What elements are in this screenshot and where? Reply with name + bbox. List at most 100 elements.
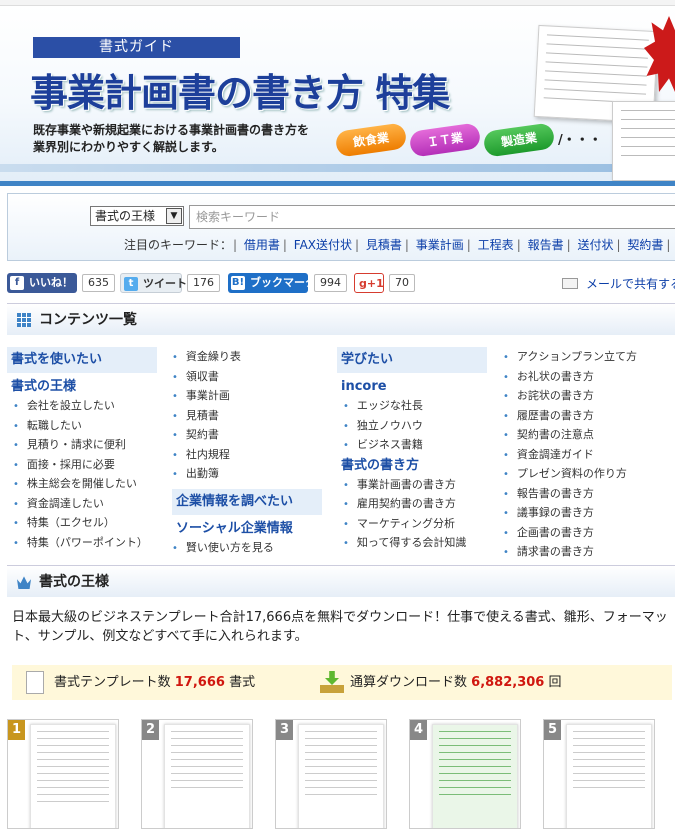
download-unit: 回 bbox=[548, 675, 562, 690]
search-input[interactable]: 検索キーワード bbox=[189, 205, 675, 229]
facebook-like-button[interactable]: f いいね！ bbox=[7, 273, 77, 293]
list-item[interactable]: 事業計画書の書き方 bbox=[337, 476, 487, 496]
ranking-thumbnail[interactable]: 5 bbox=[543, 719, 655, 829]
search-panel: 書式の王様 ▼ 検索キーワード 注目のキーワード：| 借用書 | FAX送付状 | … bbox=[7, 193, 675, 261]
list-item[interactable]: マーケティング分析 bbox=[337, 515, 487, 535]
keyword-link[interactable]: 送付状 bbox=[577, 238, 613, 252]
list-item[interactable]: 面接・採用に必要 bbox=[7, 456, 157, 476]
list-item[interactable]: 特集（パワーポイント） bbox=[7, 534, 157, 554]
list-item[interactable]: 報告書の書き方 bbox=[503, 485, 673, 505]
list-item[interactable]: 雇用契約書の書き方 bbox=[337, 495, 487, 515]
list-item[interactable]: 社内規程 bbox=[172, 446, 322, 466]
contents-col-templates: 資金繰り表 領収書 事業計画 見積書 契約書 社内規程 出勤簿 企業情報を調べた… bbox=[172, 348, 322, 558]
hatena-icon: B! bbox=[231, 276, 245, 290]
list-item[interactable]: 事業計画 bbox=[172, 387, 322, 407]
rank-number: 5 bbox=[544, 720, 561, 740]
gplus-button[interactable]: g+1 bbox=[354, 273, 384, 293]
king-header: 書式の王様 bbox=[7, 565, 675, 597]
col-subheading[interactable]: incore bbox=[337, 377, 487, 397]
gplus-count: 70 bbox=[389, 274, 415, 292]
keyword-link[interactable]: 報告書 bbox=[528, 238, 564, 252]
list-item[interactable]: エッジな社長 bbox=[337, 397, 487, 417]
search-category-select[interactable]: 書式の王様 ▼ bbox=[90, 206, 184, 226]
list-item[interactable]: 請求書の書き方 bbox=[503, 543, 673, 563]
list-item[interactable]: 賢い使い方を見る bbox=[172, 539, 322, 559]
list-item[interactable]: アクションプラン立て方 bbox=[503, 348, 673, 368]
document-icon bbox=[26, 671, 44, 694]
chevron-down-icon[interactable]: ▼ bbox=[166, 208, 182, 224]
keyword-link[interactable]: 借用書 bbox=[244, 238, 280, 252]
col-heading[interactable]: 書式を使いたい bbox=[7, 347, 157, 373]
list-item[interactable]: 見積り・請求に便利 bbox=[7, 436, 157, 456]
pill-manufacturing: 製造業 bbox=[482, 122, 556, 158]
stats-bar: 書式テンプレート数 17,666 書式 通算ダウンロード数 6,882,306 … bbox=[12, 665, 672, 700]
contents-col-howto: アクションプラン立て方 お礼状の書き方 お詫状の書き方 履歴書の書き方 契約書の… bbox=[503, 348, 673, 563]
hero-desc-line2: 業界別にわかりやすく解説します。 bbox=[33, 140, 224, 154]
list-item[interactable]: 会社を設立したい bbox=[7, 397, 157, 417]
col-subheading[interactable]: ソーシャル企業情報 bbox=[172, 519, 322, 539]
list-item[interactable]: 資金繰り表 bbox=[172, 348, 322, 368]
col-subheading[interactable]: 書式の書き方 bbox=[337, 456, 487, 476]
hero-description: 既存事業や新規起業における事業計画書の書き方を 業界別にわかりやすく解説します。 bbox=[33, 122, 353, 156]
keyword-link[interactable]: 事業計画 bbox=[416, 238, 464, 252]
list-item[interactable]: 資金調達ガイド bbox=[503, 446, 673, 466]
tweet-count: 176 bbox=[187, 274, 220, 292]
keyword-link[interactable]: FAX送付状 bbox=[294, 238, 352, 252]
template-preview-image bbox=[566, 724, 652, 828]
ranking-thumbnail[interactable]: 2 bbox=[141, 719, 253, 829]
hero-stripe bbox=[0, 164, 620, 172]
list-item[interactable]: 履歴書の書き方 bbox=[503, 407, 673, 427]
list-item[interactable]: 独立ノウハウ bbox=[337, 417, 487, 437]
keyword-link[interactable]: 工程表 bbox=[478, 238, 514, 252]
social-bar: f いいね！ 635 t ツイート 176 B! ブックマーク 994 g+1 70 … bbox=[7, 272, 675, 294]
ranking-thumbnail[interactable]: 3 bbox=[275, 719, 387, 829]
mail-share[interactable]: メールで共有する bbox=[562, 275, 675, 292]
contents-col-use: 書式を使いたい 書式の王様 会社を設立したい 転職したい 見積り・請求に便利 面… bbox=[7, 347, 157, 553]
list-item[interactable]: 資金調達したい bbox=[7, 495, 157, 515]
list-item[interactable]: 出勤簿 bbox=[172, 465, 322, 485]
col-heading[interactable]: 企業情報を調べたい bbox=[172, 488, 322, 515]
grid-icon bbox=[17, 313, 31, 327]
list-item[interactable]: 領収書 bbox=[172, 368, 322, 388]
ranking-thumbnail[interactable]: 4 bbox=[409, 719, 521, 829]
tweet-button[interactable]: t ツイート bbox=[120, 273, 187, 293]
template-label: 書式テンプレート数 bbox=[54, 675, 171, 690]
list-item[interactable]: 特集（エクセル） bbox=[7, 514, 157, 534]
gplus-icon: g bbox=[359, 277, 367, 290]
king-intro: 日本最大級のビジネステンプレート合計17,666点を無料でダウンロード！仕事で使… bbox=[12, 610, 668, 644]
contents-header: コンテンツ一覧 bbox=[7, 303, 675, 335]
template-stat: 書式テンプレート数 17,666 書式 bbox=[54, 665, 255, 700]
keyword-link[interactable]: 見積書 bbox=[366, 238, 402, 252]
list-item[interactable]: プレゼン資料の作り方 bbox=[503, 465, 673, 485]
keywords-label: 注目のキーワード： bbox=[124, 238, 233, 252]
list-item[interactable]: 契約書の注意点 bbox=[503, 426, 673, 446]
template-preview-image bbox=[164, 724, 250, 828]
list-item[interactable]: お詫状の書き方 bbox=[503, 387, 673, 407]
list-item[interactable]: 契約書 bbox=[172, 426, 322, 446]
hatena-bookmark-button[interactable]: B! ブックマーク bbox=[228, 273, 316, 293]
hero-banner[interactable]: 書式ガイド 事業計画書の書き方 特集 既存事業や新規起業における事業計画書の書き… bbox=[0, 6, 675, 186]
list-item[interactable]: 企画書の書き方 bbox=[503, 524, 673, 544]
list-item[interactable]: 見積書 bbox=[172, 407, 322, 427]
mail-share-link[interactable]: メールで共有する bbox=[586, 277, 675, 291]
template-unit: 書式 bbox=[229, 675, 256, 690]
col-subheading[interactable]: 書式の王様 bbox=[7, 377, 157, 397]
template-count: 17,666 bbox=[174, 675, 225, 690]
col-heading[interactable]: 学びたい bbox=[337, 347, 487, 373]
template-preview-image bbox=[432, 724, 518, 828]
facebook-icon: f bbox=[10, 276, 24, 290]
list-item[interactable]: お礼状の書き方 bbox=[503, 368, 673, 388]
list-item[interactable]: ビジネス書籍 bbox=[337, 436, 487, 456]
list-item[interactable]: 知って得する会計知識 bbox=[337, 534, 487, 554]
hero-title: 事業計画書の書き方 特集 bbox=[30, 70, 450, 115]
list-item[interactable]: 株主総会を開催したい bbox=[7, 475, 157, 495]
ranking-thumbnail[interactable]: 1 bbox=[7, 719, 119, 829]
template-preview-image bbox=[298, 724, 384, 828]
contents-col-learn: 学びたい incore エッジな社長 独立ノウハウ ビジネス書籍 書式の書き方 … bbox=[337, 347, 487, 554]
download-count: 6,882,306 bbox=[471, 675, 545, 690]
list-item[interactable]: 議事録の書き方 bbox=[503, 504, 673, 524]
keyword-link[interactable]: 契約書 bbox=[627, 238, 663, 252]
hero-etc: /・・・ bbox=[558, 133, 602, 148]
rank-number: 2 bbox=[142, 720, 159, 740]
list-item[interactable]: 転職したい bbox=[7, 417, 157, 437]
